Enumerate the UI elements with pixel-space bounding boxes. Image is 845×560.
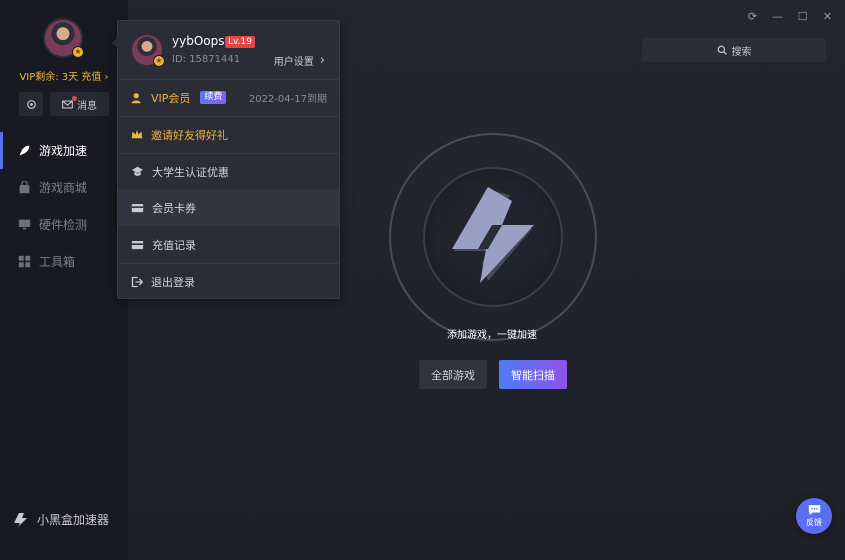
search-icon bbox=[717, 45, 727, 55]
chevron-right-icon: › bbox=[104, 72, 109, 83]
nav-item-game-store[interactable]: 游戏商城 bbox=[0, 169, 128, 206]
menu-item-recharge-history[interactable]: 充值记录 bbox=[118, 226, 339, 263]
username: yybOops bbox=[172, 34, 225, 48]
wallet-icon bbox=[131, 240, 144, 249]
menu-item-label: 大学生认证优惠 bbox=[152, 165, 229, 179]
menu-item-invite[interactable]: 邀请好友得好礼 bbox=[118, 116, 339, 153]
graduation-cap-icon bbox=[132, 166, 143, 176]
user-dropdown-menu: ★ yybOops Lv.19 ID: 15871441 用户设置 › VIP会… bbox=[112, 20, 340, 300]
unread-dot bbox=[72, 96, 77, 101]
monitor-icon bbox=[18, 219, 31, 230]
search-button[interactable]: 搜索 bbox=[642, 38, 826, 62]
dropdown-avatar: ★ bbox=[130, 33, 165, 67]
vip-remaining-text: VIP剩余: 3天 充值 bbox=[19, 72, 102, 83]
shop-icon bbox=[19, 181, 30, 194]
user-settings-label: 用户设置 bbox=[273, 57, 314, 68]
user-settings-link[interactable]: 用户设置 › bbox=[274, 53, 325, 68]
vip-member-row[interactable]: VIP会员 续费 2022-04-17到期 bbox=[118, 79, 339, 116]
close-icon[interactable]: ✕ bbox=[815, 8, 840, 24]
nav-label: 硬件检测 bbox=[39, 218, 88, 232]
menu-item-logout[interactable]: 退出登录 bbox=[118, 263, 339, 300]
feedback-label: 反馈 bbox=[806, 518, 822, 527]
nav-label: 工具箱 bbox=[39, 255, 76, 269]
menu-item-label: 邀请好友得好礼 bbox=[151, 128, 228, 142]
tagline: 添加游戏，一键加速 bbox=[447, 330, 537, 341]
vip-badge-icon: ★ bbox=[153, 55, 165, 67]
all-games-button[interactable]: 全部游戏 bbox=[419, 360, 487, 389]
vip-user-icon bbox=[131, 92, 141, 103]
messages-button[interactable]: 消息 bbox=[50, 92, 109, 116]
mail-icon bbox=[62, 100, 73, 108]
nav-label: 游戏商城 bbox=[39, 181, 88, 195]
brand-name: 小黑盒加速器 bbox=[37, 513, 110, 527]
renew-badge[interactable]: 续费 bbox=[200, 91, 227, 104]
minimize-icon[interactable]: — bbox=[765, 8, 790, 24]
nav-item-toolbox[interactable]: 工具箱 bbox=[0, 243, 128, 280]
menu-item-label: 会员卡券 bbox=[152, 201, 196, 215]
nav-label: 游戏加速 bbox=[39, 144, 88, 158]
chat-bubble-icon bbox=[808, 505, 820, 515]
chevron-right-icon: › bbox=[319, 53, 325, 68]
feedback-button[interactable]: 反馈 bbox=[796, 498, 832, 534]
search-label: 搜索 bbox=[731, 46, 752, 58]
refresh-icon[interactable]: ⟳ bbox=[740, 8, 765, 24]
user-id: ID: 15871441 bbox=[172, 54, 241, 65]
messages-label: 消息 bbox=[77, 100, 97, 112]
menu-item-student[interactable]: 大学生认证优惠 bbox=[118, 153, 339, 190]
vip-label: VIP会员 bbox=[151, 91, 191, 105]
brand: 小黑盒加速器 bbox=[13, 511, 109, 528]
vip-remaining-link[interactable]: VIP剩余: 3天 充值 › bbox=[0, 68, 128, 83]
nav-item-game-boost[interactable]: 游戏加速 bbox=[0, 132, 128, 169]
avatar[interactable]: ★ bbox=[43, 18, 84, 58]
window-controls: ⟳ — ☐ ✕ bbox=[740, 8, 840, 24]
menu-item-label: 退出登录 bbox=[151, 275, 195, 289]
accelerator-logo-icon bbox=[452, 187, 534, 283]
nav-item-hardware-check[interactable]: 硬件检测 bbox=[0, 206, 128, 243]
toolbox-icon bbox=[18, 255, 31, 268]
sidebar: ★ VIP剩余: 3天 充值 › 消息 游戏加速 游戏商城 硬件检测 工具箱 小… bbox=[0, 0, 128, 560]
menu-item-label: 充值记录 bbox=[152, 238, 196, 252]
menu-item-coupons[interactable]: 会员卡券 bbox=[118, 189, 339, 226]
gear-icon bbox=[26, 99, 36, 109]
settings-button[interactable] bbox=[19, 92, 43, 116]
card-icon bbox=[131, 203, 144, 212]
maximize-icon[interactable]: ☐ bbox=[790, 8, 815, 24]
level-badge: Lv.19 bbox=[225, 36, 255, 48]
brand-logo-icon bbox=[14, 512, 27, 527]
vip-badge-icon: ★ bbox=[72, 46, 84, 58]
rocket-icon bbox=[19, 145, 30, 156]
smart-scan-button[interactable]: 智能扫描 bbox=[499, 360, 567, 389]
vip-expiry: 2022-04-17到期 bbox=[248, 94, 327, 105]
logout-icon bbox=[131, 276, 143, 287]
crown-icon bbox=[131, 130, 143, 139]
